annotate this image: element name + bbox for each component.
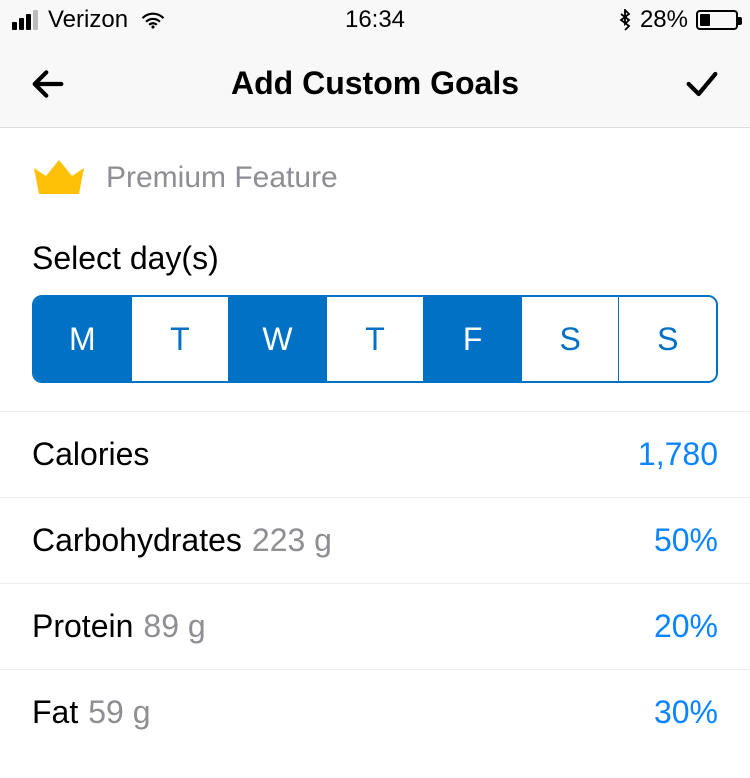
goal-label: Protein bbox=[32, 608, 133, 645]
day-toggle-6[interactable]: S bbox=[618, 297, 716, 381]
day-toggle-1[interactable]: T bbox=[131, 297, 229, 381]
battery-percent-label: 28% bbox=[640, 6, 688, 34]
day-toggle-0[interactable]: M bbox=[34, 297, 131, 381]
goal-sublabel: 59 g bbox=[88, 694, 150, 731]
day-toggle-2[interactable]: W bbox=[228, 297, 326, 381]
status-right: 28% bbox=[618, 6, 738, 34]
goal-value: 1,780 bbox=[638, 436, 718, 473]
goal-sublabel: 223 g bbox=[252, 522, 332, 559]
goal-sublabel: 89 g bbox=[143, 608, 205, 645]
back-button[interactable] bbox=[28, 64, 68, 104]
goal-row-calories[interactable]: Calories 1,780 bbox=[0, 411, 750, 498]
goal-value: 20% bbox=[654, 608, 718, 645]
goal-row-protein[interactable]: Protein 89 g 20% bbox=[0, 584, 750, 670]
day-toggle-4[interactable]: F bbox=[423, 297, 521, 381]
status-left: Verizon bbox=[12, 6, 166, 34]
premium-label: Premium Feature bbox=[106, 161, 338, 195]
crown-icon bbox=[32, 156, 86, 200]
goal-label: Carbohydrates bbox=[32, 522, 242, 559]
goal-label: Calories bbox=[32, 436, 149, 473]
day-toggle-5[interactable]: S bbox=[521, 297, 619, 381]
goal-value: 50% bbox=[654, 522, 718, 559]
goal-row-fat[interactable]: Fat 59 g 30% bbox=[0, 670, 750, 755]
status-time: 16:34 bbox=[345, 6, 405, 34]
signal-bars-icon bbox=[12, 10, 38, 30]
day-toggle-3[interactable]: T bbox=[326, 297, 424, 381]
nav-bar: Add Custom Goals bbox=[0, 40, 750, 128]
goal-label: Fat bbox=[32, 694, 78, 731]
page-title: Add Custom Goals bbox=[231, 65, 519, 102]
select-days-label: Select day(s) bbox=[0, 240, 750, 295]
wifi-icon bbox=[140, 7, 166, 33]
goal-value: 30% bbox=[654, 694, 718, 731]
confirm-button[interactable] bbox=[682, 64, 722, 104]
bluetooth-icon bbox=[618, 9, 632, 31]
goals-list: Calories 1,780 Carbohydrates 223 g 50% Protei… bbox=[0, 411, 750, 755]
carrier-label: Verizon bbox=[48, 6, 128, 34]
status-bar: Verizon 16:34 28% bbox=[0, 0, 750, 40]
goal-row-carbohydrates[interactable]: Carbohydrates 223 g 50% bbox=[0, 498, 750, 584]
day-selector: MTWTFSS bbox=[32, 295, 718, 383]
premium-banner: Premium Feature bbox=[0, 128, 750, 240]
battery-icon bbox=[696, 10, 738, 30]
